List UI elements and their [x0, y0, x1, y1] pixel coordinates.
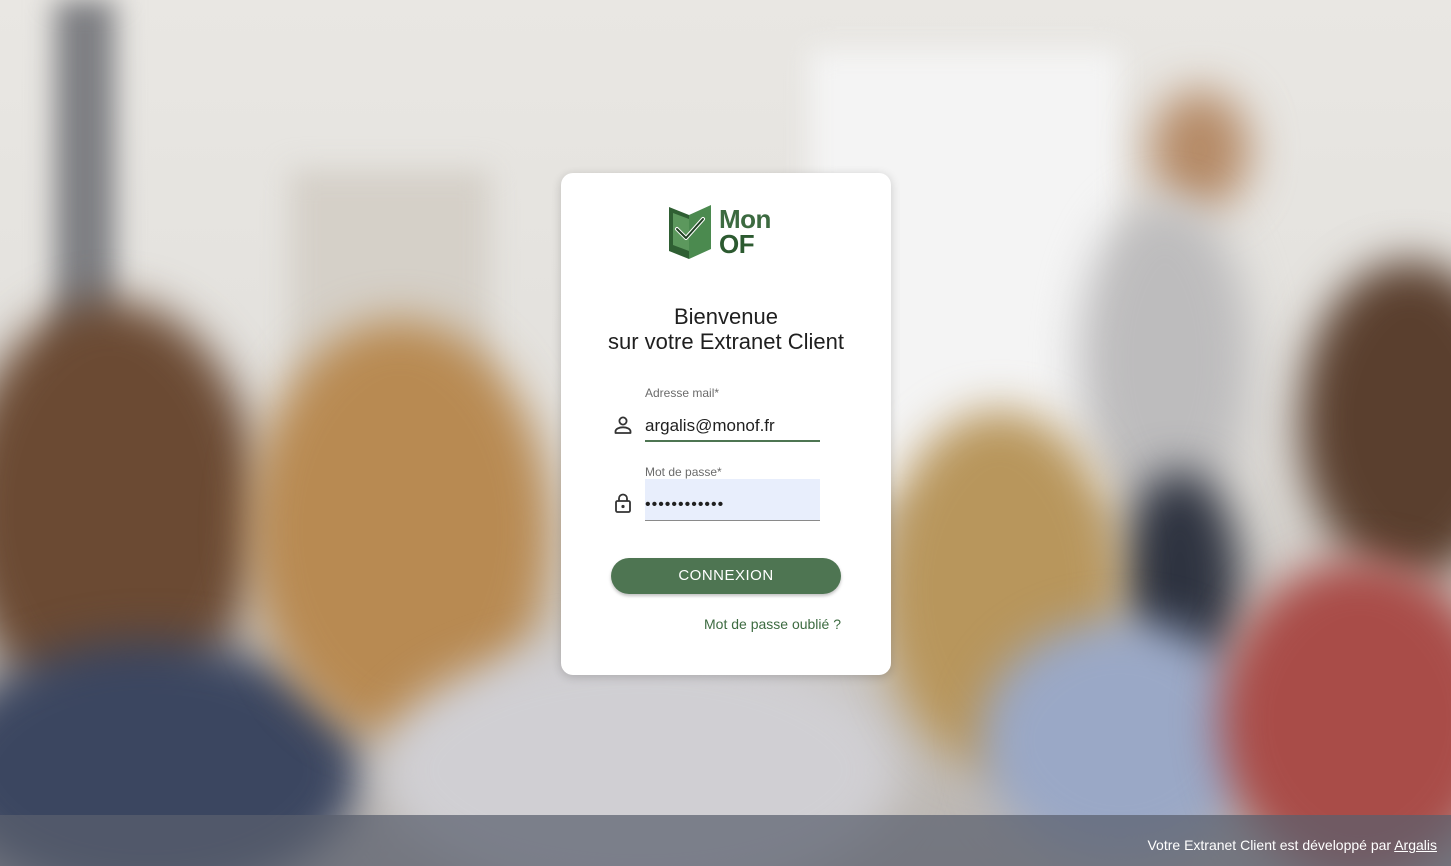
- brand-logo: Mon OF: [667, 203, 787, 259]
- email-label: Adresse mail*: [645, 386, 720, 400]
- password-input[interactable]: [645, 479, 820, 521]
- email-input[interactable]: [645, 400, 820, 442]
- forgot-password-link[interactable]: Mot de passe oublié ?: [704, 616, 841, 632]
- password-label: Mot de passe*: [645, 465, 722, 479]
- person-icon: [614, 416, 632, 434]
- login-card: Mon OF Bienvenue sur votre Extranet Clie…: [561, 173, 891, 675]
- welcome-line1: Bienvenue: [674, 304, 778, 329]
- argalis-link[interactable]: Argalis: [1394, 837, 1437, 853]
- footer-credit: Votre Extranet Client est développé par …: [1147, 837, 1437, 853]
- connexion-button[interactable]: CONNEXION: [611, 558, 841, 594]
- brand-name-line2: OF: [719, 229, 755, 259]
- welcome-title: Bienvenue sur votre Extranet Client: [561, 304, 891, 354]
- book-check-icon: [669, 205, 711, 259]
- footer-text: Votre Extranet Client est développé par: [1147, 837, 1395, 853]
- footer-bar: Votre Extranet Client est développé par …: [0, 815, 1451, 866]
- welcome-line2: sur votre Extranet Client: [608, 329, 844, 354]
- lock-icon: [615, 493, 631, 513]
